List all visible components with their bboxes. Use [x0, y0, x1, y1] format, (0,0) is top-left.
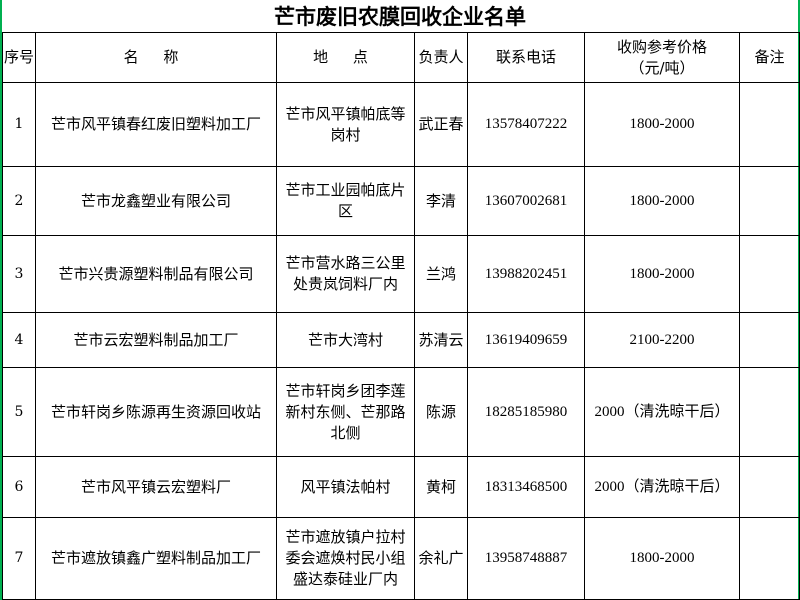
cell-phone: 13958748887 [467, 517, 585, 600]
cell-index: 2 [2, 166, 36, 236]
cell-price: 1800-2000 [584, 82, 740, 167]
cell-contact: 黄柯 [414, 456, 468, 518]
cell-phone: 13619409659 [467, 312, 585, 368]
cell-price: 2000（清洗晾干后） [584, 456, 740, 518]
cell-name: 芒市轩岗乡陈源再生资源回收站 [35, 367, 277, 457]
cell-contact: 李清 [414, 166, 468, 236]
cell-price: 2000（清洗晾干后） [584, 367, 740, 457]
cell-phone: 13988202451 [467, 235, 585, 313]
table-row: 3 芒市兴贵源塑料制品有限公司 芒市营水路三公里 处贵岚饲料厂内 兰鸿 1398… [2, 235, 800, 313]
cell-name: 芒市遮放镇鑫广塑料制品加工厂 [35, 517, 277, 600]
cell-remarks [739, 82, 800, 167]
page-title: 芒市废旧农膜回收企业名单 [274, 4, 526, 29]
cell-index: 1 [2, 82, 36, 167]
cell-contact: 苏清云 [414, 312, 468, 368]
cell-remarks [739, 312, 800, 368]
cell-location: 风平镇法帕村 [276, 456, 415, 518]
cell-contact: 陈源 [414, 367, 468, 457]
cell-location: 芒市轩岗乡团李莲 新村东侧、芒那路 北侧 [276, 367, 415, 457]
cell-price: 2100-2200 [584, 312, 740, 368]
cell-remarks [739, 456, 800, 518]
table-row: 1 芒市风平镇春红废旧塑料加工厂 芒市风平镇帕底等 岗村 武正春 1357840… [2, 82, 800, 167]
cell-contact: 兰鸿 [414, 235, 468, 313]
header-name: 名 称 [35, 32, 277, 83]
cell-location: 芒市营水路三公里 处贵岚饲料厂内 [276, 235, 415, 313]
cell-phone: 18285185980 [467, 367, 585, 457]
header-index: 序号 [2, 32, 36, 83]
cell-remarks [739, 235, 800, 313]
table-row: 2 芒市龙鑫塑业有限公司 芒市工业园帕底片 区 李清 13607002681 1… [2, 166, 800, 236]
cell-location: 芒市遮放镇户拉村 委会遮焕村民小组 盛达泰硅业厂内 [276, 517, 415, 600]
cell-location: 芒市大湾村 [276, 312, 415, 368]
cell-remarks [739, 166, 800, 236]
cell-index: 3 [2, 235, 36, 313]
header-remarks: 备注 [739, 32, 800, 83]
cell-contact: 余礼广 [414, 517, 468, 600]
spreadsheet-sheet: 芒市废旧农膜回收企业名单 序号 名 称 地 点 负责人 联系电话 收购参考价格 … [0, 0, 800, 600]
cell-name: 芒市云宏塑料制品加工厂 [35, 312, 277, 368]
cell-location: 芒市工业园帕底片 区 [276, 166, 415, 236]
cell-remarks [739, 367, 800, 457]
recycling-company-table: 序号 名 称 地 点 负责人 联系电话 收购参考价格 （元/吨） 备注 1 芒市… [2, 32, 800, 600]
cell-index: 6 [2, 456, 36, 518]
cell-remarks [739, 517, 800, 600]
table-row: 7 芒市遮放镇鑫广塑料制品加工厂 芒市遮放镇户拉村 委会遮焕村民小组 盛达泰硅业… [2, 517, 800, 600]
cell-phone: 13578407222 [467, 82, 585, 167]
table-row: 5 芒市轩岗乡陈源再生资源回收站 芒市轩岗乡团李莲 新村东侧、芒那路 北侧 陈源… [2, 367, 800, 457]
cell-price: 1800-2000 [584, 517, 740, 600]
cell-name: 芒市风平镇云宏塑料厂 [35, 456, 277, 518]
cell-index: 7 [2, 517, 36, 600]
header-price: 收购参考价格 （元/吨） [584, 32, 740, 83]
header-location: 地 点 [276, 32, 415, 83]
table-row: 4 芒市云宏塑料制品加工厂 芒市大湾村 苏清云 13619409659 2100… [2, 312, 800, 368]
cell-contact: 武正春 [414, 82, 468, 167]
cell-name: 芒市兴贵源塑料制品有限公司 [35, 235, 277, 313]
table-header-row: 序号 名 称 地 点 负责人 联系电话 收购参考价格 （元/吨） 备注 [2, 32, 800, 83]
cell-name: 芒市龙鑫塑业有限公司 [35, 166, 277, 236]
cell-phone: 13607002681 [467, 166, 585, 236]
cell-location: 芒市风平镇帕底等 岗村 [276, 82, 415, 167]
cell-index: 4 [2, 312, 36, 368]
cell-price: 1800-2000 [584, 235, 740, 313]
header-contact: 负责人 [414, 32, 468, 83]
header-phone: 联系电话 [467, 32, 585, 83]
cell-index: 5 [2, 367, 36, 457]
table-row: 6 芒市风平镇云宏塑料厂 风平镇法帕村 黄柯 18313468500 2000（… [2, 456, 800, 518]
cell-phone: 18313468500 [467, 456, 585, 518]
cell-name: 芒市风平镇春红废旧塑料加工厂 [35, 82, 277, 167]
cell-price: 1800-2000 [584, 166, 740, 236]
